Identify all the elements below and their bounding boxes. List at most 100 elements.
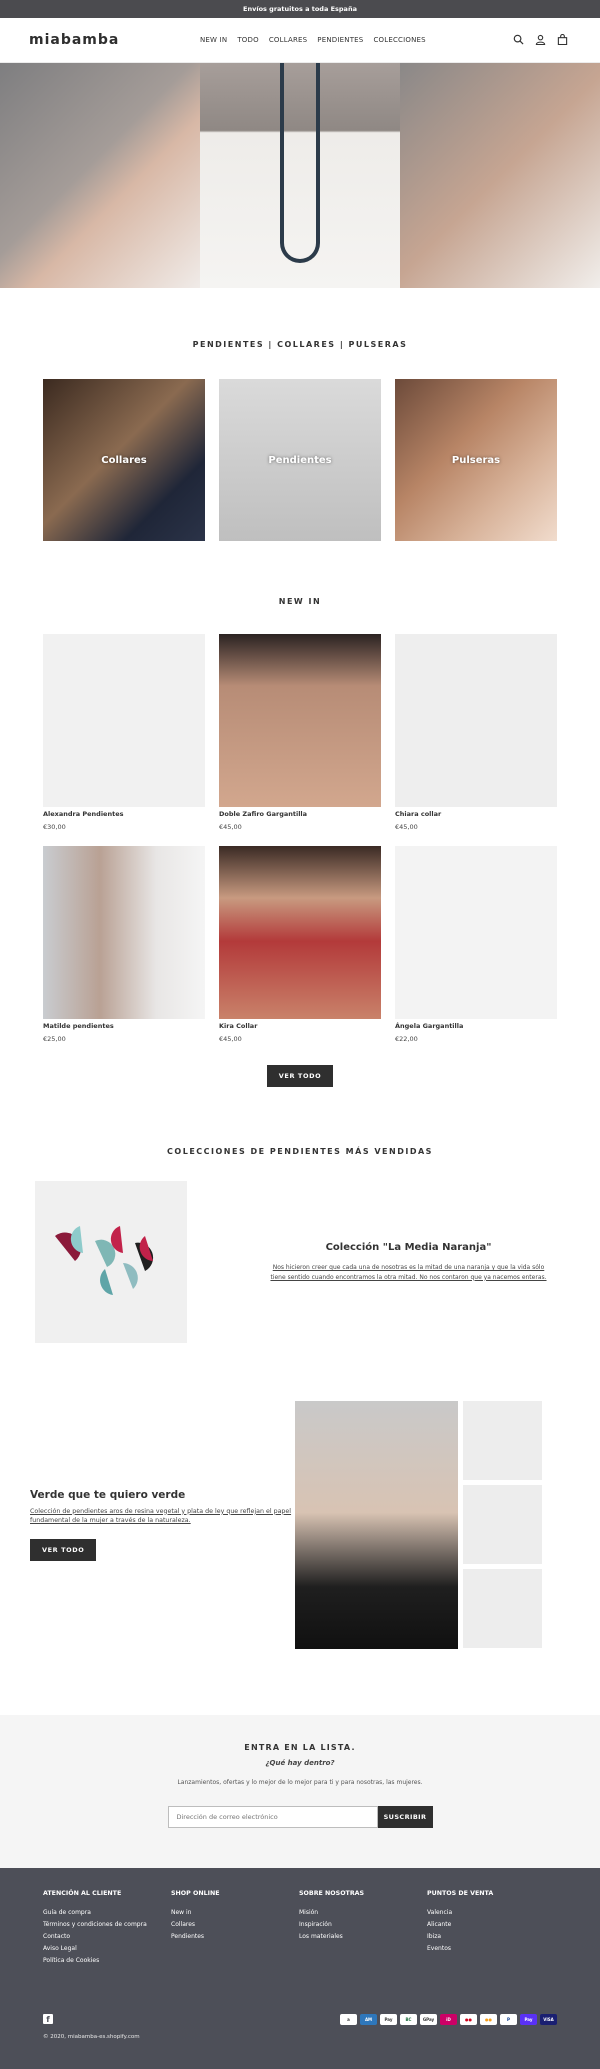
shop-pay-icon: Pay	[520, 2014, 537, 2025]
email-input[interactable]	[167, 1806, 378, 1828]
payment-icons: a AM Pay BC GPay iD ●● ●● P Pay VISA	[340, 2014, 557, 2025]
subscribe-button[interactable]: SUSCRIBIR	[377, 1806, 433, 1828]
collection-description[interactable]: Nos hicieron creer que cada una de nosot…	[267, 1263, 550, 1282]
product-card[interactable]: Doble Zafiro Gargantilla €45,00	[219, 634, 381, 831]
google-pay-icon: GPay	[420, 2014, 437, 2025]
collection-title[interactable]: Colección "La Media Naranja"	[267, 1242, 550, 1253]
category-pendientes[interactable]: Pendientes	[219, 379, 381, 541]
apple-pay-icon: Pay	[380, 2014, 397, 2025]
thumbnail-earring-2[interactable]	[463, 1485, 542, 1564]
site-footer: ATENCIÓN AL CLIENTE Guía de compra Térmi…	[0, 1868, 600, 2069]
footer-link[interactable]: Política de Cookies	[43, 1957, 171, 1964]
nav-new-in[interactable]: NEW IN	[200, 36, 227, 44]
featured-collection-image[interactable]	[35, 1181, 187, 1343]
product-price: €30,00	[43, 823, 66, 831]
green-collection-images	[295, 1401, 542, 1649]
footer-link[interactable]: Términos y condiciones de compra	[43, 1921, 171, 1928]
product-image[interactable]	[43, 634, 205, 807]
product-image[interactable]	[219, 846, 381, 1019]
product-price: €45,00	[219, 1035, 242, 1043]
model-portrait-image	[295, 1401, 458, 1649]
product-image[interactable]	[219, 634, 381, 807]
hero-image-profile	[400, 63, 600, 288]
featured-title: COLECCIONES DE PENDIENTES MÁS VENDIDAS	[167, 1147, 433, 1156]
green-collection: Verde que te quiero verde Colección de p…	[30, 1401, 570, 1649]
brand-logo[interactable]: miabamba	[29, 32, 119, 48]
footer-heading: PUNTOS DE VENTA	[427, 1890, 494, 1897]
category-pulseras[interactable]: Pulseras	[395, 379, 557, 541]
nav-todo[interactable]: TODO	[237, 36, 259, 44]
footer-link[interactable]: Misión	[299, 1909, 427, 1916]
mastercard-icon: ●●	[480, 2014, 497, 2025]
hero-image-earrings	[0, 63, 200, 288]
product-name[interactable]: Alexandra Pendientes	[43, 810, 205, 818]
announcement-bar: Envíos gratuitos a toda España	[0, 0, 600, 18]
footer-link[interactable]: Collares	[171, 1921, 299, 1928]
product-price: €45,00	[219, 823, 242, 831]
footer-bottom: f © 2020, miabamba-es.shopify.com a AM P…	[43, 2014, 557, 2040]
thumbnail-earring-1[interactable]	[463, 1401, 542, 1480]
product-name[interactable]: Ángela Gargantilla	[395, 1022, 557, 1030]
product-price: €25,00	[43, 1035, 66, 1043]
hero-image-necklace	[200, 63, 400, 288]
category-collares[interactable]: Collares	[43, 379, 205, 541]
product-name[interactable]: Matilde pendientes	[43, 1022, 205, 1030]
cart-icon[interactable]	[557, 34, 568, 45]
newsletter-text: Lanzamientos, ofertas y lo mejor de lo m…	[177, 1779, 423, 1786]
footer-link[interactable]: Contacto	[43, 1933, 171, 1940]
category-label: Pulseras	[451, 454, 501, 466]
footer-column-stores: PUNTOS DE VENTA Valencia Alicante Ibiza …	[427, 1890, 555, 1969]
footer-link[interactable]: Inspiración	[299, 1921, 427, 1928]
product-name[interactable]: Doble Zafiro Gargantilla	[219, 810, 381, 818]
bancontact-icon: BC	[400, 2014, 417, 2025]
product-card[interactable]: Chiara collar €45,00	[395, 634, 557, 831]
view-all-button[interactable]: VER TODO	[266, 1065, 334, 1087]
newsletter-subtitle: ¿Qué hay dentro?	[265, 1759, 335, 1767]
featured-collection: Colección "La Media Naranja" Nos hiciero…	[30, 1181, 570, 1343]
footer-column-about: SOBRE NOSOTRAS Misión Inspiración Los ma…	[299, 1890, 427, 1969]
account-icon[interactable]	[535, 34, 546, 45]
ideal-icon: iD	[440, 2014, 457, 2025]
facebook-icon[interactable]: f	[43, 2014, 53, 2024]
footer-link[interactable]: New in	[171, 1909, 299, 1916]
nav-colecciones[interactable]: COLECCIONES	[373, 36, 425, 44]
footer-link[interactable]: Pendientes	[171, 1933, 299, 1940]
product-price: €22,00	[395, 1035, 418, 1043]
footer-link[interactable]: Eventos	[427, 1945, 555, 1952]
copyright: © 2020, miabamba-es.shopify.com	[43, 2034, 140, 2040]
product-grid: Alexandra Pendientes €30,00 Doble Zafiro…	[30, 634, 570, 1043]
product-image[interactable]	[395, 846, 557, 1019]
search-icon[interactable]	[513, 34, 524, 45]
thumbnail-earring-3[interactable]	[463, 1569, 542, 1648]
product-image[interactable]	[395, 634, 557, 807]
product-card[interactable]: Alexandra Pendientes €30,00	[43, 634, 205, 831]
green-view-all-button[interactable]: VER TODO	[30, 1539, 97, 1562]
product-name[interactable]: Kira Collar	[219, 1022, 381, 1030]
product-price: €45,00	[395, 823, 418, 831]
footer-link[interactable]: Aviso Legal	[43, 1945, 171, 1952]
header-icons	[513, 34, 568, 45]
main-nav: NEW IN TODO COLLARES PENDIENTES COLECCIO…	[200, 36, 426, 44]
featured-collection-text: Colección "La Media Naranja" Nos hiciero…	[187, 1242, 570, 1282]
product-image[interactable]	[43, 846, 205, 1019]
category-collections: Collares Pendientes Pulseras	[0, 379, 600, 541]
earrings-illustration	[55, 1226, 154, 1295]
product-card[interactable]: Ángela Gargantilla €22,00	[395, 846, 557, 1043]
newsletter-form: SUSCRIBIR	[0, 1806, 600, 1828]
category-label: Pendientes	[268, 454, 332, 466]
product-name[interactable]: Chiara collar	[395, 810, 557, 818]
footer-link[interactable]: Guía de compra	[43, 1909, 171, 1916]
footer-link[interactable]: Los materiales	[299, 1933, 427, 1940]
footer-link[interactable]: Ibiza	[427, 1933, 555, 1940]
amex-icon: AM	[360, 2014, 377, 2025]
newsletter-title: ENTRA EN LA LISTA.	[244, 1743, 356, 1752]
nav-collares[interactable]: COLLARES	[269, 36, 307, 44]
footer-link[interactable]: Alicante	[427, 1921, 555, 1928]
categories-title: PENDIENTES | COLLARES | PULSERAS	[192, 340, 408, 349]
product-card[interactable]: Matilde pendientes €25,00	[43, 846, 205, 1043]
nav-pendientes[interactable]: PENDIENTES	[317, 36, 363, 44]
green-collection-text: Verde que te quiero verde Colección de p…	[30, 1489, 295, 1562]
footer-link[interactable]: Valencia	[427, 1909, 555, 1916]
product-card[interactable]: Kira Collar €45,00	[219, 846, 381, 1043]
green-collection-description[interactable]: Colección de pendientes aros de resina v…	[30, 1507, 295, 1526]
